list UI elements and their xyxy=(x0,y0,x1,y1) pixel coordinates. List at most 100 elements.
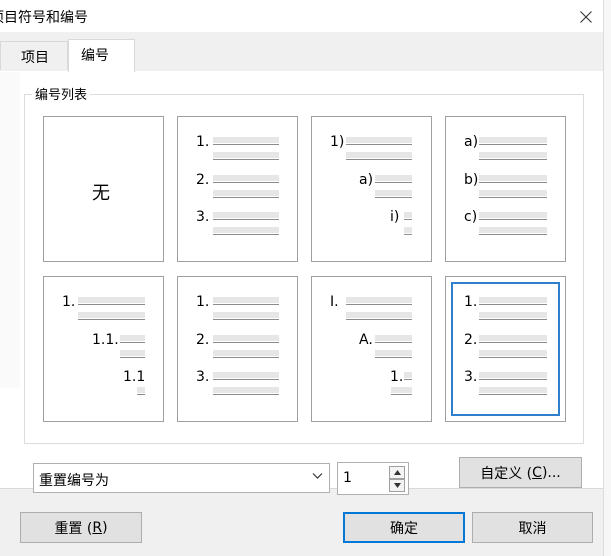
spin-up-icon xyxy=(393,470,401,475)
line-shade xyxy=(213,227,279,233)
bullets-numbering-dialog: 项目符号和编号 项目 编号 编号列表 无 1. 2. 3. xyxy=(0,0,603,556)
line-rule xyxy=(213,234,279,235)
none-label: 无 xyxy=(92,183,110,204)
line-shade xyxy=(479,137,547,143)
line-shade xyxy=(391,387,412,393)
line-rule xyxy=(213,379,279,380)
line-rule xyxy=(137,394,145,395)
numbering-option-none[interactable]: 无 xyxy=(43,116,164,262)
line-rule xyxy=(346,319,412,320)
line-shade xyxy=(120,335,145,341)
customize-button[interactable]: 自定义 (C)... xyxy=(459,457,582,488)
line-rule xyxy=(479,219,547,220)
line-shade xyxy=(479,190,547,196)
tab-numbering-label: 编号 xyxy=(81,48,109,64)
line-shade xyxy=(375,175,412,181)
line-shade xyxy=(213,175,279,181)
line-rule xyxy=(213,144,279,145)
line-rule xyxy=(120,357,145,358)
line-shade xyxy=(78,312,145,318)
marker: 1. xyxy=(62,294,76,310)
line-rule xyxy=(213,394,279,395)
line-shade xyxy=(479,297,547,303)
line-rule xyxy=(479,342,547,343)
marker: 3. xyxy=(464,369,478,385)
line-shade xyxy=(479,212,547,218)
panel-left-margin xyxy=(0,72,20,388)
close-button[interactable] xyxy=(571,4,601,30)
tab-bullets[interactable]: 项目 xyxy=(0,41,68,70)
line-rule xyxy=(479,394,547,395)
marker: 3. xyxy=(196,369,210,385)
numbering-option-1)-a)-i)[interactable]: 1) a) i) xyxy=(311,116,432,262)
line-shade xyxy=(479,372,547,378)
line-rule xyxy=(78,319,145,320)
customize-label: 自定义 ( xyxy=(480,465,533,482)
reset-button[interactable]: 重置 (R) xyxy=(20,512,142,543)
line-rule xyxy=(213,304,279,305)
line-shade xyxy=(375,335,412,341)
line-rule xyxy=(404,234,412,235)
spin-up-button[interactable] xyxy=(389,466,405,479)
line-shade xyxy=(213,335,279,341)
line-rule xyxy=(479,304,547,305)
reset-label: 重置 ( xyxy=(54,520,93,537)
numbering-option-a)-b)-c)[interactable]: a) b) c) xyxy=(445,116,566,262)
marker: i) xyxy=(390,209,400,225)
line-shade xyxy=(479,152,547,158)
marker: 2. xyxy=(196,332,210,348)
line-rule xyxy=(213,197,279,198)
line-shade xyxy=(479,387,547,393)
numbering-option-1-2-3[interactable]: 1. 2. 3. xyxy=(177,116,298,262)
marker: c) xyxy=(464,209,478,225)
line-shade xyxy=(213,297,279,303)
numbering-option-I-A-1[interactable]: I. A. 1. xyxy=(311,276,432,422)
tab-numbering[interactable]: 编号 xyxy=(68,39,135,72)
line-shade xyxy=(404,212,412,218)
line-rule xyxy=(479,357,547,358)
combo-value: 重置编号为 xyxy=(39,473,109,489)
line-rule xyxy=(479,319,547,320)
line-rule xyxy=(479,379,547,380)
marker: 3. xyxy=(196,209,210,225)
spin-down-button[interactable] xyxy=(389,479,405,492)
line-shade xyxy=(78,297,145,303)
customize-accesskey: C xyxy=(532,464,542,481)
background-window-strip xyxy=(603,0,611,556)
marker: 1. xyxy=(196,294,210,310)
marker: a) xyxy=(359,172,374,188)
reset-suffix: ) xyxy=(102,519,108,536)
chevron-down-icon xyxy=(312,473,323,479)
line-rule xyxy=(213,357,279,358)
cancel-button[interactable]: 取消 xyxy=(472,512,593,543)
numbering-option-multilevel[interactable]: 1. 1.1. 1.1 xyxy=(43,276,164,422)
customize-suffix: )... xyxy=(541,464,561,481)
line-rule xyxy=(375,197,412,198)
restart-numbering-combo[interactable]: 重置编号为 xyxy=(33,463,330,493)
group-label: 编号列表 xyxy=(32,84,91,103)
line-rule xyxy=(346,144,412,145)
line-shade xyxy=(213,212,279,218)
tab-bullets-label: 项目 xyxy=(21,50,49,66)
line-shade xyxy=(346,312,412,318)
line-rule xyxy=(375,342,412,343)
numbering-option-1-2-3-selected[interactable]: 1. 2. 3. xyxy=(445,276,566,422)
line-rule xyxy=(78,304,145,305)
line-rule xyxy=(404,219,412,220)
numbering-option-1-2-3-b[interactable]: 1. 2. 3. xyxy=(177,276,298,422)
marker: 2. xyxy=(464,332,478,348)
marker: 1. xyxy=(196,134,210,150)
line-shade xyxy=(479,312,547,318)
line-rule xyxy=(213,159,279,160)
line-rule xyxy=(213,319,279,320)
marker: 1.1 xyxy=(123,369,146,385)
line-rule xyxy=(375,182,412,183)
line-rule xyxy=(213,182,279,183)
line-shade xyxy=(479,335,547,341)
reset-accesskey: R xyxy=(92,519,103,536)
ok-button[interactable]: 确定 xyxy=(343,512,465,543)
line-shade xyxy=(120,350,145,356)
line-shade xyxy=(375,350,412,356)
line-rule xyxy=(346,304,412,305)
start-number-spinner[interactable]: 1 xyxy=(337,462,409,495)
